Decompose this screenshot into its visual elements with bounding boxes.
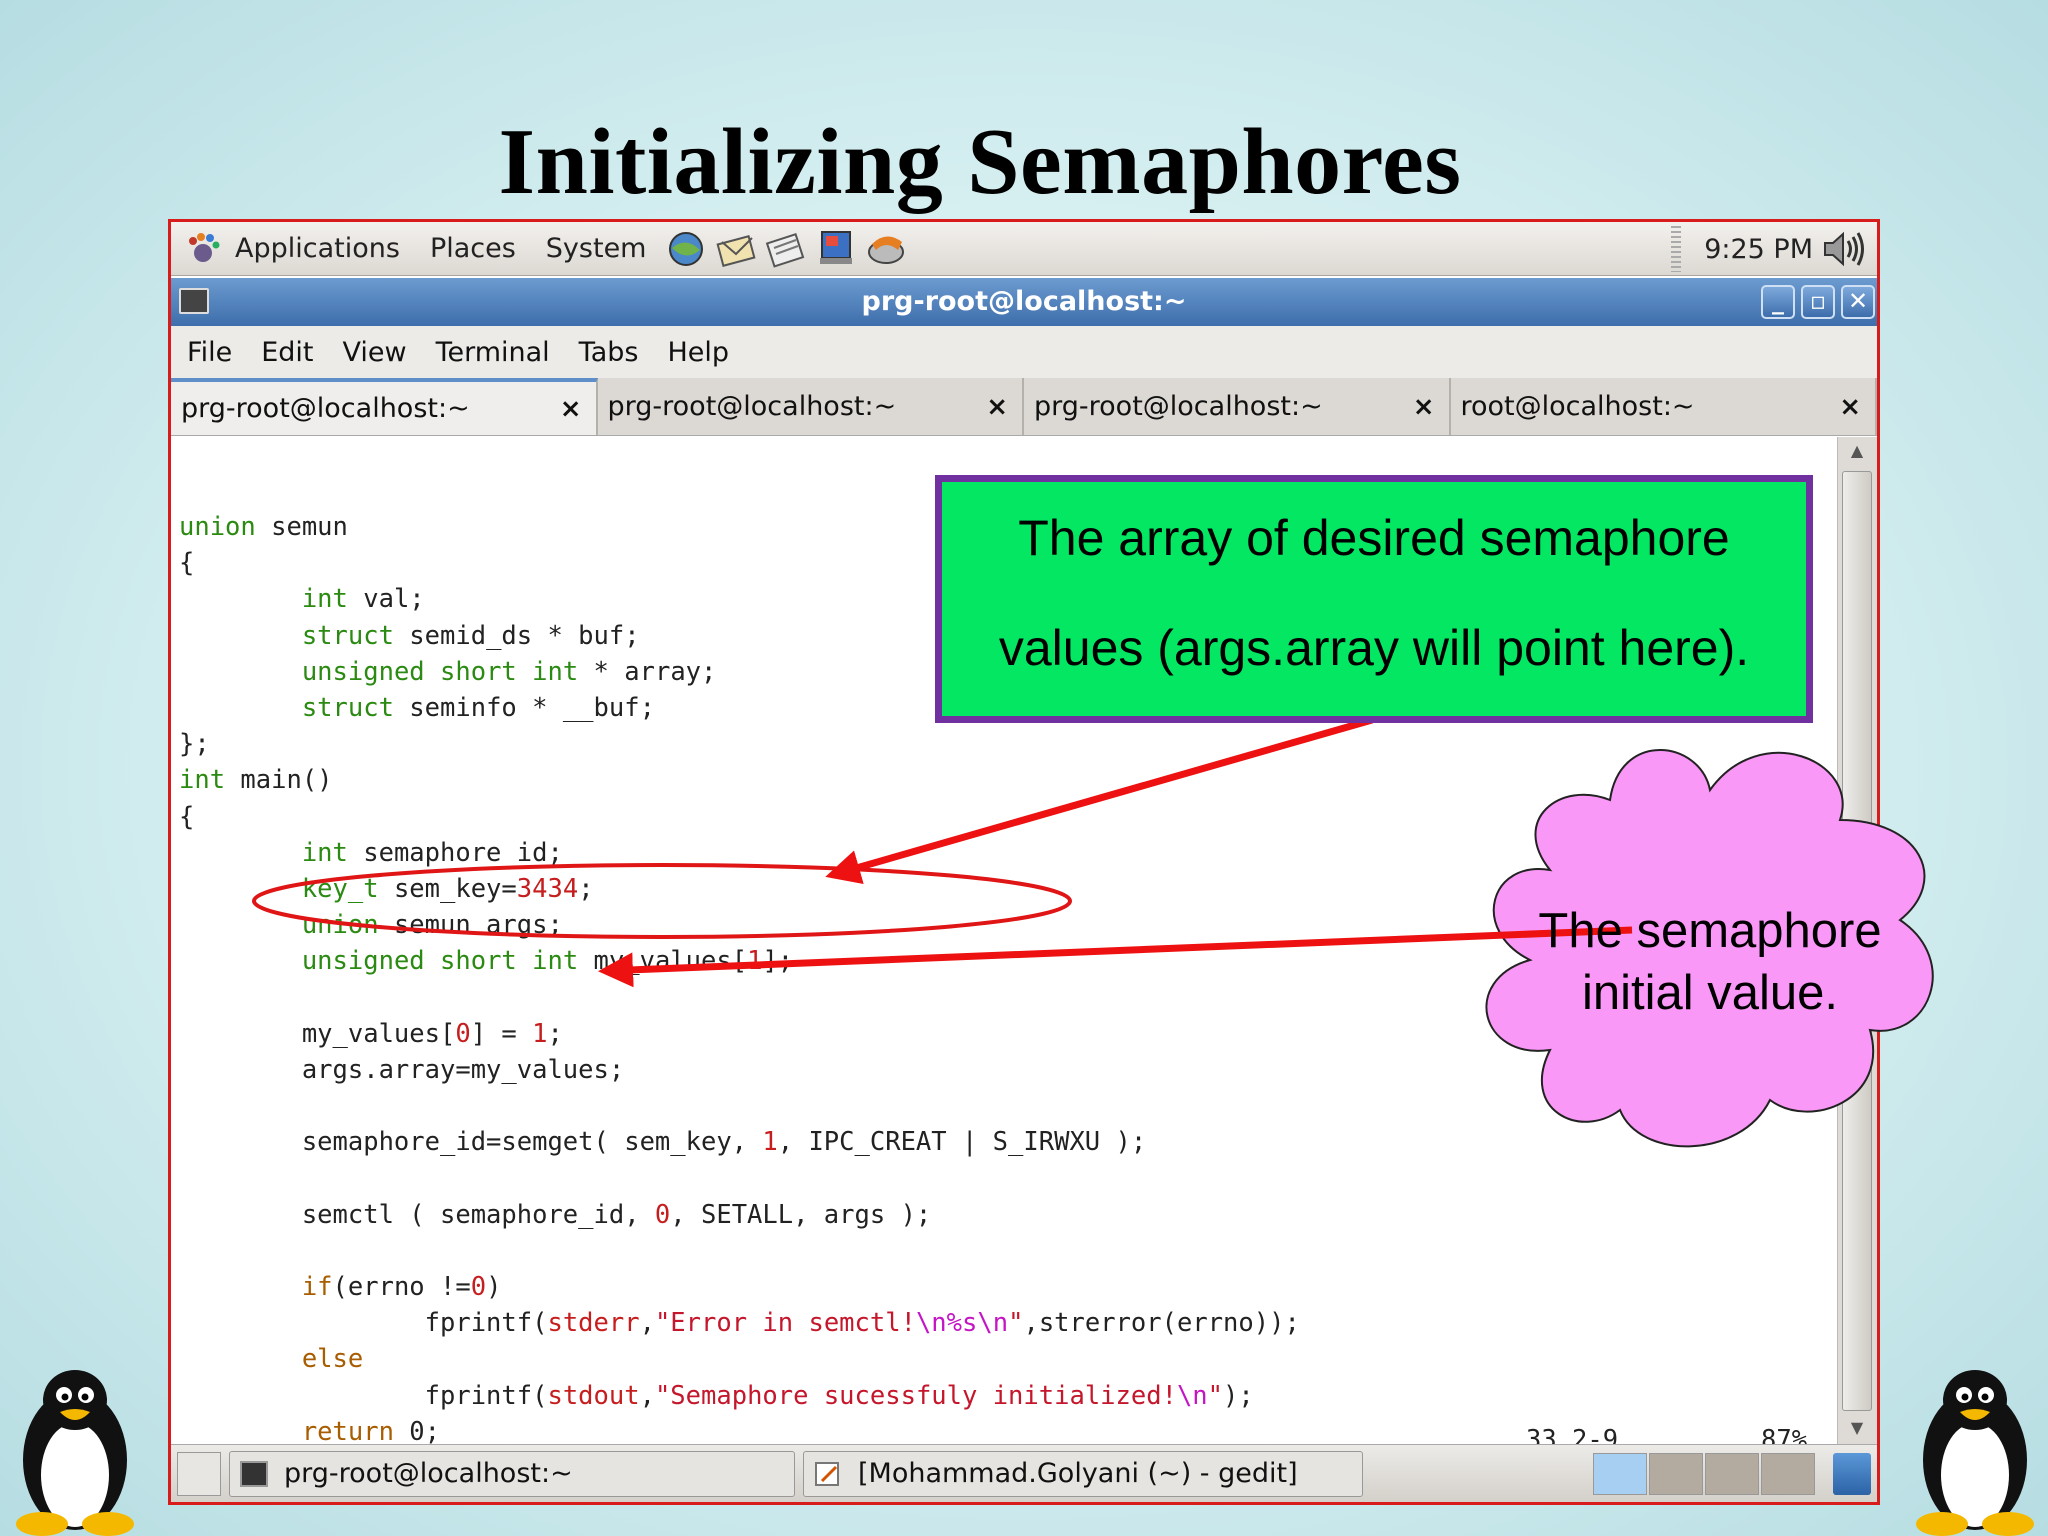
menubar: File Edit View Terminal Tabs Help xyxy=(171,326,1877,378)
scroll-up-icon[interactable]: ▲ xyxy=(1842,441,1872,467)
maximize-button[interactable]: ▫ xyxy=(1801,285,1835,319)
browser-icon[interactable] xyxy=(664,228,710,270)
applications-label: Applications xyxy=(235,233,400,264)
menu-terminal[interactable]: Terminal xyxy=(436,337,550,368)
workspace-switcher[interactable] xyxy=(1593,1453,1815,1495)
taskbar-item-gedit[interactable]: [Mohammad.Golyani (~) - gedit] xyxy=(803,1450,1363,1497)
code-line: { xyxy=(179,801,195,832)
window-title: prg-root@localhost:~ xyxy=(861,286,1187,317)
disk-icon[interactable] xyxy=(864,228,910,270)
tux-penguin-left-icon xyxy=(16,1370,134,1536)
presentation-icon[interactable] xyxy=(814,228,860,270)
taskbar-label: prg-root@localhost:~ xyxy=(284,1458,573,1489)
tab-4[interactable]: root@localhost:~ × xyxy=(1450,378,1877,435)
close-button[interactable]: ✕ xyxy=(1841,285,1875,319)
system-menu[interactable]: System xyxy=(546,233,647,264)
annotation-box-line-1: The array of desired semaphore xyxy=(1018,510,1730,566)
gedit-icon xyxy=(815,1461,839,1486)
workspace-2[interactable] xyxy=(1649,1453,1703,1495)
menu-edit[interactable]: Edit xyxy=(261,337,313,368)
notes-icon[interactable] xyxy=(764,228,810,270)
panel-grip xyxy=(1671,226,1681,272)
terminal-icon xyxy=(240,1460,268,1487)
code-line: semctl ( semaphore_id, 0, SETALL, args )… xyxy=(179,1199,932,1230)
code-line: }; xyxy=(179,729,210,760)
places-menu[interactable]: Places xyxy=(430,233,516,264)
tab-close-icon[interactable]: × xyxy=(560,394,582,424)
desktop-screenshot: Applications Places System 9:25 PM prg-r… xyxy=(168,219,1880,1505)
volume-icon[interactable] xyxy=(1821,230,1865,268)
tab-label: prg-root@localhost:~ xyxy=(181,393,470,424)
taskbar-label: [Mohammad.Golyani (~) - gedit] xyxy=(858,1458,1298,1489)
code-line: fprintf(stderr,"Error in semctl!\n%s\n",… xyxy=(179,1308,1300,1339)
places-label: Places xyxy=(429,233,516,264)
tab-label: prg-root@localhost:~ xyxy=(1034,391,1323,422)
clock[interactable]: 9:25 PM xyxy=(1704,234,1813,265)
workspace-3[interactable] xyxy=(1705,1453,1759,1495)
taskbar-item-terminal[interactable]: prg-root@localhost:~ xyxy=(229,1450,795,1497)
tab-label: root@localhost:~ xyxy=(1460,391,1695,422)
window-titlebar[interactable]: prg-root@localhost:~ _ ▫ ✕ xyxy=(171,278,1877,326)
annotation-cloud-line-2: initial value. xyxy=(1581,966,1839,1020)
terminal-icon[interactable] xyxy=(179,288,209,314)
tab-1[interactable]: prg-root@localhost:~ × xyxy=(171,378,598,435)
menu-view[interactable]: View xyxy=(342,337,406,368)
menu-file[interactable]: File xyxy=(187,337,232,368)
trash-icon[interactable] xyxy=(1833,1453,1871,1495)
bottom-panel: prg-root@localhost:~ [Mohammad.Golyani (… xyxy=(171,1444,1877,1502)
launcher-group xyxy=(664,228,910,270)
slide-title: Initializing Semaphores xyxy=(498,110,1462,214)
tab-3[interactable]: prg-root@localhost:~ × xyxy=(1024,378,1451,435)
annotation-cloud-text: The semaphore initial value. xyxy=(1510,900,1910,1024)
show-desktop-button[interactable] xyxy=(177,1451,221,1496)
code-line: if(errno !=0) xyxy=(301,1271,502,1302)
tab-bar: prg-root@localhost:~ × prg-root@localhos… xyxy=(171,378,1877,436)
workspace-4[interactable] xyxy=(1761,1453,1815,1495)
tab-label: prg-root@localhost:~ xyxy=(607,391,897,422)
top-panel: Applications Places System 9:25 PM xyxy=(171,222,1877,276)
code-line: int semaphore_id; xyxy=(301,837,563,868)
code-line: semaphore_id=semget( sem_key, 1, IPC_CRE… xyxy=(179,1127,1147,1158)
tab-close-icon[interactable]: × xyxy=(1413,392,1435,422)
code-line: fprintf(stdout,"Semaphore sucessfuly ini… xyxy=(179,1380,1254,1411)
scroll-down-icon[interactable]: ▼ xyxy=(1842,1418,1872,1444)
annotation-cloud-line-1: The semaphore xyxy=(1538,904,1882,958)
code-line: int main() xyxy=(179,765,333,796)
code-line: else xyxy=(301,1344,364,1375)
tux-penguin-right-icon xyxy=(1916,1370,2034,1536)
tab-2[interactable]: prg-root@localhost:~ × xyxy=(597,378,1024,435)
minimize-button[interactable]: _ xyxy=(1761,285,1795,319)
tab-close-icon[interactable]: × xyxy=(1839,392,1861,422)
annotation-box-line-2: values (args.array will point here). xyxy=(998,620,1750,676)
tab-close-icon[interactable]: × xyxy=(986,392,1008,422)
gnome-foot-icon xyxy=(189,232,220,262)
mail-icon[interactable] xyxy=(714,228,760,270)
annotation-box: The array of desired semaphore values (a… xyxy=(935,475,1813,723)
code-line: args.array=my_values; xyxy=(179,1054,625,1085)
menu-tabs[interactable]: Tabs xyxy=(579,337,639,368)
menu-help[interactable]: Help xyxy=(667,337,729,368)
workspace-1[interactable] xyxy=(1593,1453,1647,1495)
applications-menu[interactable]: Applications xyxy=(185,231,400,267)
system-label: System xyxy=(545,233,647,264)
